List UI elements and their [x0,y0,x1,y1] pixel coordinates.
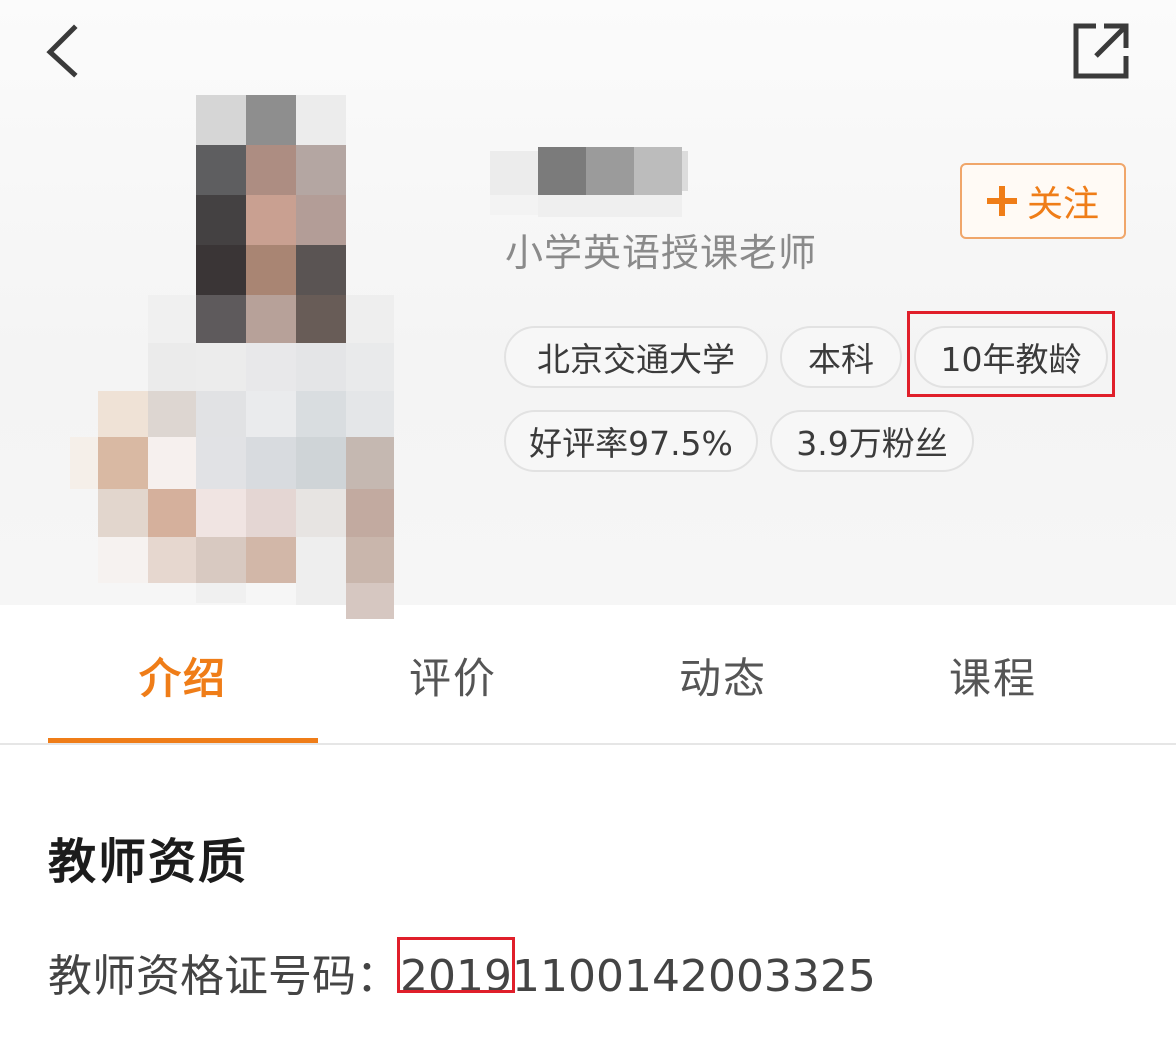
avatar [70,95,394,619]
tag-degree: 本科 [780,326,902,388]
section-title: 教师资质 [48,834,249,890]
tab-courses[interactable]: 课程 [858,645,1128,706]
teacher-title: 小学英语授课老师 [505,231,818,275]
tabs-divider [0,743,1176,745]
teacher-name [490,147,688,217]
follow-button[interactable]: 关注 [960,163,1126,239]
highlight-box-teaching-years [907,311,1115,397]
tab-intro[interactable]: 介绍 [48,645,318,706]
tag-followers: 3.9万粉丝 [770,410,974,472]
share-button[interactable] [1070,20,1132,82]
highlight-box-certificate-year [397,937,515,993]
chevron-left-icon [46,24,78,78]
tab-bar: 介绍 评价 动态 课程 [0,605,1176,745]
certificate-label: 教师资格证号码： [48,951,400,1002]
follow-label: 关注 [1026,184,1099,225]
tag-university: 北京交通大学 [504,326,768,388]
tab-feed[interactable]: 动态 [588,645,858,706]
tag-rating: 好评率97.5% [504,410,758,472]
certificate-number-rest: 1100142003325 [511,951,876,1002]
plus-icon [986,186,1017,216]
share-external-icon [1073,23,1129,79]
back-button[interactable] [38,20,98,80]
tab-reviews[interactable]: 评价 [318,645,588,706]
